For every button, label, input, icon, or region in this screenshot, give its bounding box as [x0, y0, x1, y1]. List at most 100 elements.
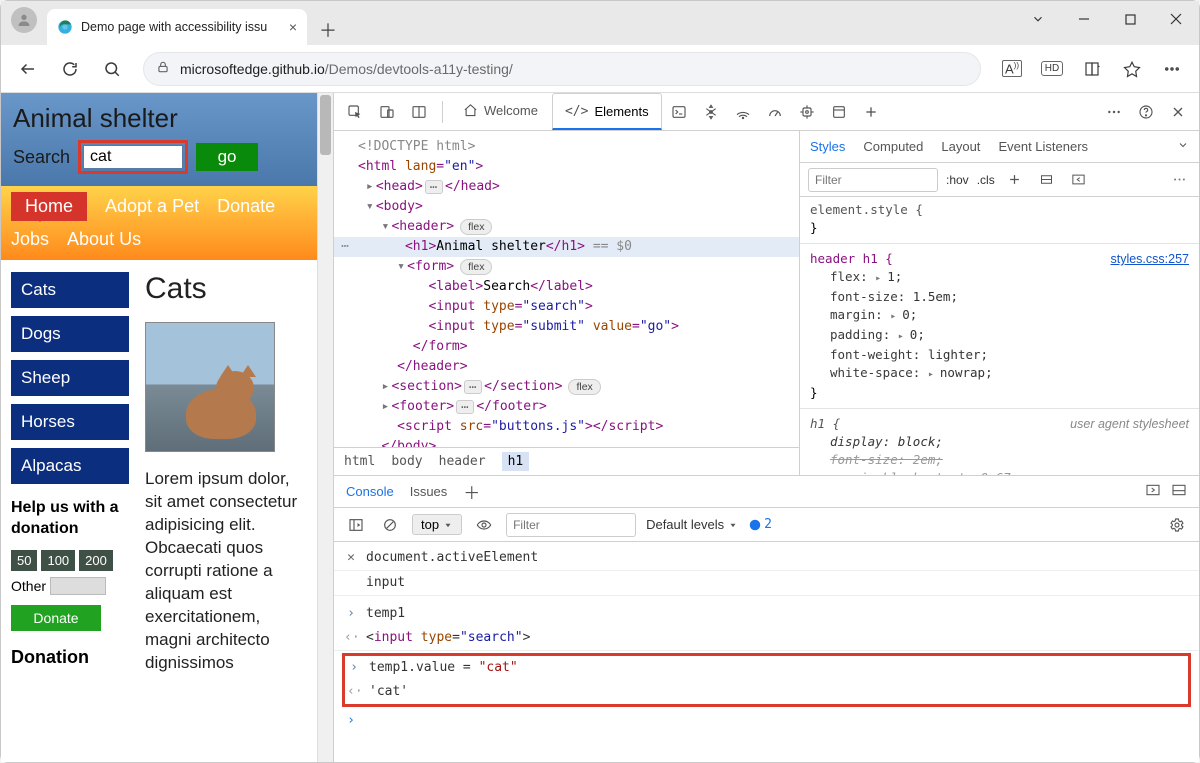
device-toggle-icon[interactable]	[372, 97, 402, 127]
devtools-tabbar: Welcome </> Elements	[334, 93, 1199, 131]
help-icon[interactable]	[1131, 97, 1161, 127]
nav-adopt[interactable]: Adopt a Pet	[105, 196, 199, 217]
log-levels-selector[interactable]: Default levels	[646, 517, 738, 532]
reader-icon[interactable]	[1073, 51, 1111, 87]
console-output[interactable]: ✕document.activeElement input ›temp1 ‹· …	[334, 542, 1199, 762]
styles-tab-computed[interactable]: Computed	[863, 139, 923, 154]
drawer-tab-console[interactable]: Console	[346, 484, 394, 499]
nav-jobs[interactable]: Jobs	[11, 229, 49, 250]
new-tab-button[interactable]: ＋	[313, 15, 343, 45]
tab-close-icon[interactable]: ×	[289, 19, 297, 35]
devtools-panel: Welcome </> Elements <!DOCTYPE html> <ht…	[333, 93, 1199, 762]
nav-home[interactable]: Home	[11, 192, 87, 221]
refresh-button[interactable]	[51, 51, 89, 87]
tabs-chevron-icon[interactable]	[1015, 1, 1061, 37]
donation-chip-100[interactable]: 100	[41, 550, 75, 571]
devtools-close-icon[interactable]	[1163, 97, 1193, 127]
console-sidebar-icon[interactable]	[344, 513, 368, 537]
sources-icon[interactable]	[696, 97, 726, 127]
drawer-add-tab-icon[interactable]: ＋	[463, 479, 480, 504]
network-icon[interactable]	[728, 97, 758, 127]
browser-tab-active[interactable]: Demo page with accessibility issu ×	[47, 9, 307, 45]
source-link[interactable]: styles.css:257	[1110, 250, 1189, 268]
clear-console-icon[interactable]	[378, 513, 402, 537]
search-label: Search	[13, 147, 70, 168]
window-maximize-button[interactable]	[1107, 1, 1153, 37]
breadcrumb-bar: html body header h1	[334, 447, 799, 475]
search-highlight-box	[78, 140, 188, 174]
application-icon[interactable]	[824, 97, 854, 127]
console-settings-icon[interactable]	[1165, 513, 1189, 537]
search-button[interactable]	[93, 51, 131, 87]
page-title: Animal shelter	[13, 103, 305, 134]
styles-tab-styles[interactable]: Styles	[810, 139, 845, 154]
sidebar-item-sheep[interactable]: Sheep	[11, 360, 129, 396]
new-rule-icon[interactable]	[1003, 168, 1027, 192]
lock-icon	[156, 60, 170, 77]
sidebar-item-alpacas[interactable]: Alpacas	[11, 448, 129, 484]
drawer-tab-issues[interactable]: Issues	[410, 484, 448, 499]
favorite-icon[interactable]	[1113, 51, 1151, 87]
nav-about[interactable]: About Us	[67, 229, 141, 250]
dom-tree[interactable]: <!DOCTYPE html> <html lang="en"> ▸<head>…	[334, 131, 799, 447]
selected-dom-node[interactable]: <h1>Animal shelter</h1> == $0	[334, 237, 799, 257]
donation-chip-50[interactable]: 50	[11, 550, 37, 571]
site-header: Animal shelter Search go	[1, 93, 317, 186]
more-tabs-icon[interactable]	[856, 97, 886, 127]
donate-button[interactable]: Donate	[11, 605, 101, 631]
back-button[interactable]	[9, 51, 47, 87]
context-selector[interactable]: top	[412, 514, 462, 535]
edge-favicon-icon	[57, 19, 73, 35]
hd-icon[interactable]: HD	[1033, 51, 1071, 87]
tab-welcome[interactable]: Welcome	[451, 93, 550, 130]
hov-toggle[interactable]: :hov	[946, 173, 969, 187]
computed-toggle-icon[interactable]	[1067, 168, 1091, 192]
drawer-expand-icon[interactable]	[1171, 482, 1187, 501]
sidebar-item-horses[interactable]: Horses	[11, 404, 129, 440]
styles-toolbar: :hov .cls	[800, 163, 1199, 197]
drawer-dock-icon[interactable]	[1145, 482, 1161, 501]
search-go-button[interactable]: go	[196, 143, 258, 171]
url-text: microsoftedge.github.io/Demos/devtools-a…	[180, 61, 513, 77]
console-filter-input[interactable]	[506, 513, 636, 537]
styles-tabs-chevron-icon[interactable]	[1177, 139, 1189, 154]
performance-icon[interactable]	[760, 97, 790, 127]
dock-side-icon[interactable]	[404, 97, 434, 127]
flexbox-editor-icon[interactable]	[1035, 168, 1059, 192]
styles-more-icon[interactable]	[1167, 168, 1191, 192]
window-controls	[1015, 1, 1199, 37]
inspect-icon[interactable]	[340, 97, 370, 127]
styles-filter-input[interactable]	[808, 168, 938, 192]
page-scrollbar[interactable]	[317, 93, 333, 762]
window-close-button[interactable]	[1153, 1, 1199, 37]
nav-donate[interactable]: Donate	[217, 196, 275, 217]
issues-badge[interactable]: 2	[748, 517, 772, 532]
crumb-header[interactable]: header	[439, 454, 486, 469]
sidebar-item-dogs[interactable]: Dogs	[11, 316, 129, 352]
donation-other-input[interactable]	[50, 577, 106, 595]
memory-icon[interactable]	[792, 97, 822, 127]
sidebar-item-cats[interactable]: Cats	[11, 272, 129, 308]
window-minimize-button[interactable]	[1061, 1, 1107, 37]
devtools-more-icon[interactable]	[1099, 97, 1129, 127]
cls-toggle[interactable]: .cls	[977, 173, 995, 187]
crumb-body[interactable]: body	[391, 454, 422, 469]
more-icon[interactable]	[1153, 51, 1191, 87]
styles-tab-listeners[interactable]: Event Listeners	[998, 139, 1088, 154]
search-input[interactable]	[83, 145, 183, 169]
side-nav: Cats Dogs Sheep Horses Alpacas Help us w…	[11, 272, 129, 674]
address-bar[interactable]: microsoftedge.github.io/Demos/devtools-a…	[143, 52, 981, 86]
console-shortcut-icon[interactable]	[664, 97, 694, 127]
crumb-html[interactable]: html	[344, 454, 375, 469]
live-expression-icon[interactable]	[472, 513, 496, 537]
styles-tab-layout[interactable]: Layout	[941, 139, 980, 154]
profile-avatar[interactable]	[11, 7, 37, 33]
donation-chip-200[interactable]: 200	[79, 550, 113, 571]
read-aloud-icon[interactable]: A))	[993, 51, 1031, 87]
tab-elements[interactable]: </> Elements	[552, 93, 662, 130]
browser-titlebar: Demo page with accessibility issu × ＋	[1, 1, 1199, 45]
styles-rules[interactable]: element.style { } styles.css:257header h…	[800, 197, 1199, 475]
body-text: Lorem ipsum dolor, sit amet consectetur …	[145, 468, 307, 674]
console-drawer: Console Issues ＋ top Default levels 2	[334, 476, 1199, 762]
crumb-h1[interactable]: h1	[502, 452, 530, 471]
